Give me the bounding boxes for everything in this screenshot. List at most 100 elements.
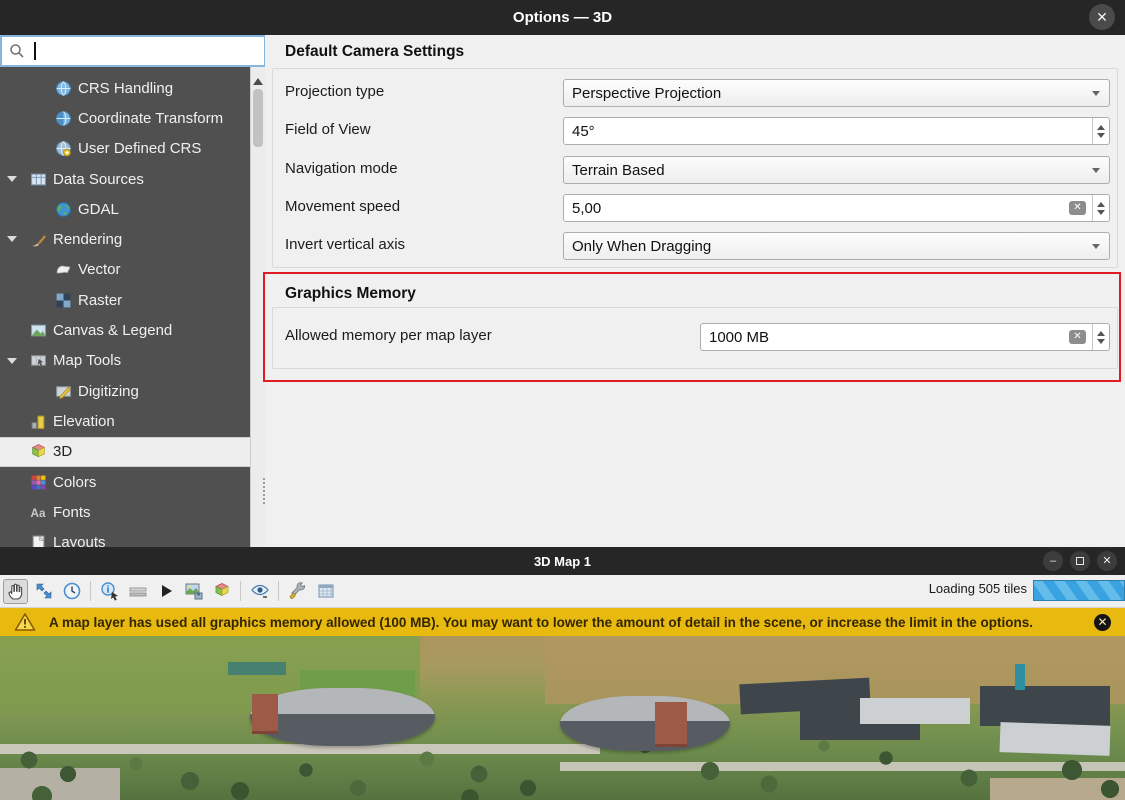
scene-3d-icon[interactable] <box>209 579 234 604</box>
sidebar-item-label: Canvas & Legend <box>53 322 172 339</box>
screen: Options — 3D ✕ CRS Handling Coordinate T… <box>0 0 1125 800</box>
form-row: Navigation mode Terrain Based <box>265 156 1125 184</box>
sidebar-item-elevation[interactable]: Elevation <box>0 406 250 436</box>
clear-icon[interactable]: ✕ <box>1069 201 1086 215</box>
projection-type-select[interactable]: Perspective Projection <box>563 79 1110 107</box>
expand-caret-icon[interactable] <box>7 358 17 369</box>
expand-caret-icon[interactable] <box>7 236 17 247</box>
sidebar-item-vector[interactable]: Vector <box>0 255 250 285</box>
search-input[interactable] <box>0 35 266 67</box>
palette-icon <box>30 474 47 491</box>
sidebar-item-crs-handling[interactable]: CRS Handling <box>0 73 250 103</box>
minimize-icon[interactable]: – <box>1043 551 1063 571</box>
movement-speed-label: Movement speed <box>285 198 400 215</box>
scroll-up-icon[interactable] <box>253 73 263 85</box>
maximize-icon[interactable] <box>1070 551 1090 571</box>
map-cursor-icon <box>30 352 47 369</box>
sidebar-item-fonts[interactable]: Aa Fonts <box>0 497 250 527</box>
spinner-buttons[interactable] <box>1092 118 1109 144</box>
sidebar-item-label: User Defined CRS <box>78 140 201 157</box>
sidebar-item-label: CRS Handling <box>78 80 173 97</box>
rotate-camera-icon[interactable] <box>59 579 84 604</box>
chevron-down-icon <box>1092 168 1100 177</box>
sidebar-item-layouts[interactable]: Layouts <box>0 527 250 547</box>
zoom-tool-icon[interactable] <box>31 579 56 604</box>
sidebar-item-raster[interactable]: Raster <box>0 285 250 315</box>
sidebar-item-data-sources[interactable]: Data Sources <box>0 164 250 194</box>
expand-caret-icon[interactable] <box>7 176 17 187</box>
graphics-memory-warning-bar: A map layer has used all graphics memory… <box>0 608 1125 636</box>
warning-triangle-icon <box>14 612 36 632</box>
globe-icon <box>55 80 72 97</box>
sidebar-item-3d[interactable]: 3D <box>0 437 250 467</box>
globe-icon <box>55 110 72 127</box>
sidebar-item-label: Layouts <box>53 534 106 547</box>
allowed-memory-label: Allowed memory per map layer <box>285 327 492 344</box>
options-dialog: Options — 3D ✕ CRS Handling Coordinate T… <box>0 0 1125 547</box>
clear-icon[interactable]: ✕ <box>1069 330 1086 344</box>
sidebar-item-label: 3D <box>53 443 72 460</box>
map-3d-viewport[interactable] <box>0 636 1125 800</box>
form-row: Invert vertical axis Only When Dragging <box>265 232 1125 260</box>
invert-vertical-axis-select[interactable]: Only When Dragging <box>563 232 1110 260</box>
sidebar-item-coordinate-transform[interactable]: Coordinate Transform <box>0 103 250 133</box>
sidebar-item-label: GDAL <box>78 201 119 218</box>
options-sidebar: CRS Handling Coordinate Transform User D… <box>0 67 250 547</box>
scene-building <box>860 698 970 724</box>
sidebar-item-digitizing[interactable]: Digitizing <box>0 376 250 406</box>
graphics-memory-title: Graphics Memory <box>285 285 416 303</box>
sidebar-item-canvas-legend[interactable]: Canvas & Legend <box>0 315 250 345</box>
options-titlebar[interactable]: Options — 3D ✕ <box>0 0 1125 35</box>
spinner-buttons[interactable] <box>1092 195 1109 221</box>
play-animation-icon[interactable] <box>153 579 178 604</box>
map-window-controls: – ✕ <box>1043 551 1117 571</box>
projection-type-value: Perspective Projection <box>564 85 1092 102</box>
scene-building <box>560 696 730 751</box>
options-title: Options — 3D <box>513 9 612 26</box>
polygon-icon <box>55 261 72 278</box>
field-of-view-input[interactable]: 45° <box>563 117 1110 145</box>
form-row: Movement speed 5,00 ✕ <box>265 194 1125 222</box>
sidebar-item-label: Raster <box>78 292 122 309</box>
search-icon <box>9 43 25 59</box>
scene-building <box>252 694 278 734</box>
panel-splitter-handle[interactable] <box>263 478 266 504</box>
close-icon[interactable]: ✕ <box>1097 551 1117 571</box>
identify-icon[interactable]: i <box>97 579 122 604</box>
sidebar-item-label: Coordinate Transform <box>78 110 223 127</box>
scrollbar-thumb[interactable] <box>253 89 263 147</box>
sidebar-scrollbar[interactable] <box>250 67 265 547</box>
camera-settings-title: Default Camera Settings <box>285 43 464 61</box>
invert-vertical-axis-label: Invert vertical axis <box>285 236 405 253</box>
close-icon[interactable]: ✕ <box>1094 614 1111 631</box>
cube-3d-icon <box>30 443 47 460</box>
chevron-down-icon <box>1092 91 1100 100</box>
measure-icon[interactable] <box>125 579 150 604</box>
chevron-down-icon <box>1092 244 1100 253</box>
sidebar-item-rendering[interactable]: Rendering <box>0 224 250 254</box>
configure-icon[interactable] <box>285 579 310 604</box>
sidebar-item-map-tools[interactable]: Map Tools <box>0 346 250 376</box>
close-icon[interactable]: ✕ <box>1089 4 1115 30</box>
save-image-icon[interactable] <box>181 579 206 604</box>
text-caret <box>34 42 36 60</box>
toolbar-separator <box>278 581 279 601</box>
sidebar-item-label: Vector <box>78 261 121 278</box>
scene-building <box>655 702 687 747</box>
spinner-buttons[interactable] <box>1092 324 1109 350</box>
pan-tool-icon[interactable] <box>3 579 28 604</box>
map-pencil-icon <box>55 383 72 400</box>
elevation-icon <box>30 413 47 430</box>
toolbar-separator <box>90 581 91 601</box>
map-window-titlebar[interactable]: 3D Map 1 <box>0 547 1125 575</box>
sidebar-item-gdal[interactable]: GDAL <box>0 194 250 224</box>
sidebar-item-user-defined-crs[interactable]: User Defined CRS <box>0 134 250 164</box>
navigation-mode-select[interactable]: Terrain Based <box>563 156 1110 184</box>
allowed-memory-input[interactable]: 1000 MB ✕ <box>700 323 1110 351</box>
sidebar-item-colors[interactable]: Colors <box>0 467 250 497</box>
svg-text:Aa: Aa <box>31 507 46 520</box>
shadow-settings-icon[interactable] <box>313 579 338 604</box>
eye-icon[interactable] <box>247 579 272 604</box>
globe-star-icon <box>55 140 72 157</box>
movement-speed-input[interactable]: 5,00 ✕ <box>563 194 1110 222</box>
